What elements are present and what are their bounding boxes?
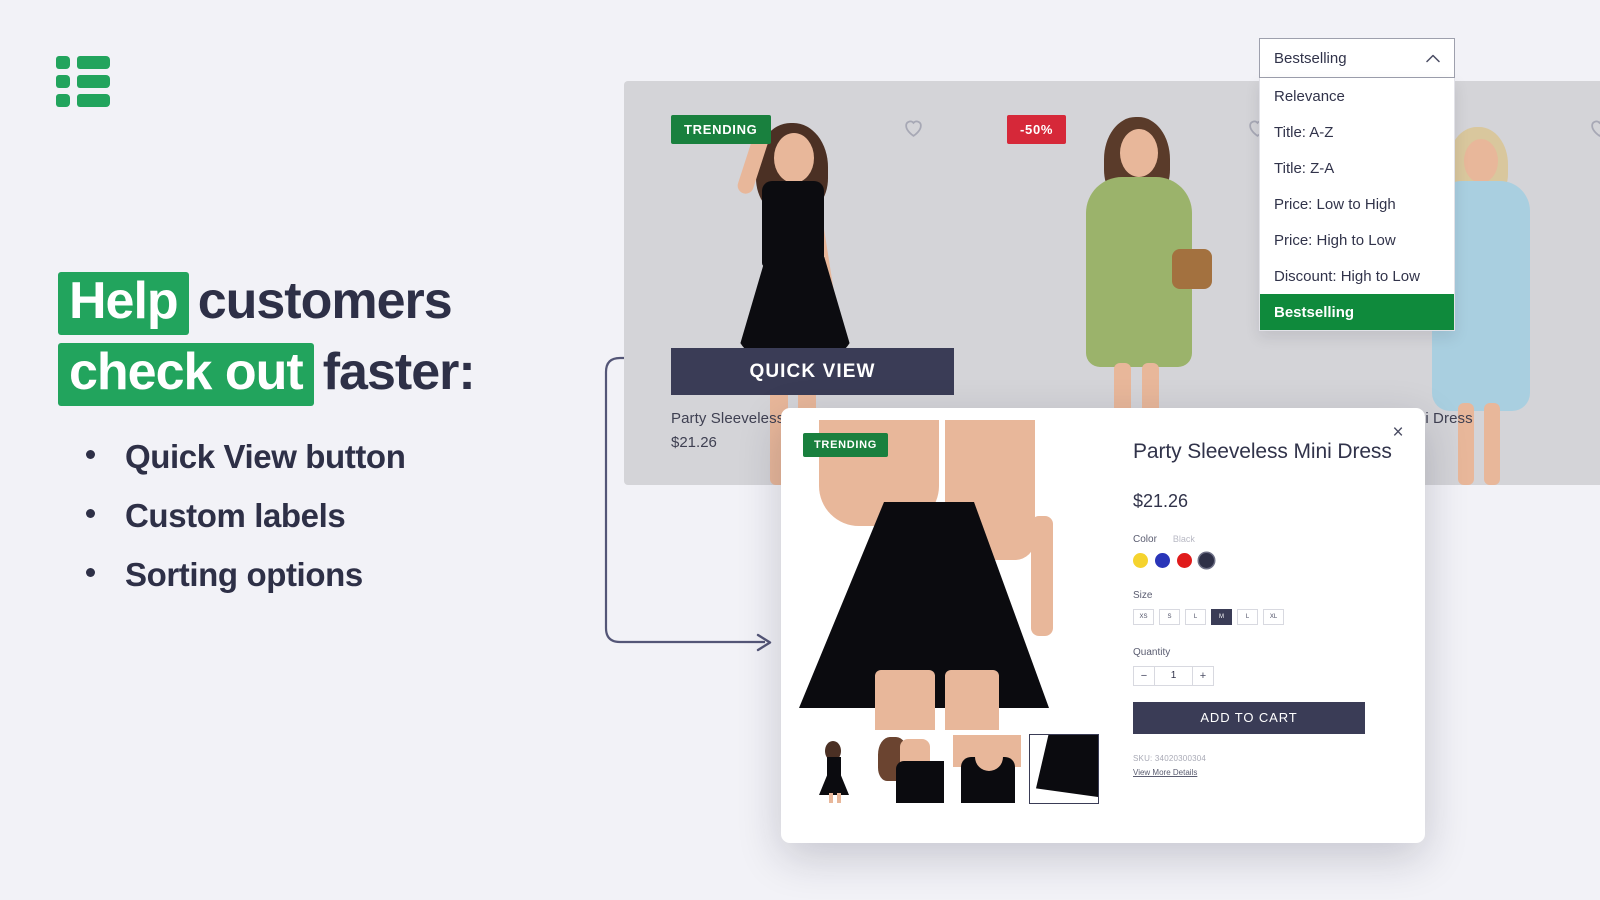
slide-canvas: Help customers check out faster: Quick Vie… — [0, 0, 1600, 900]
thumbnail-side-detail[interactable] — [875, 734, 945, 804]
thumbnail-full-body[interactable] — [798, 734, 868, 804]
color-value: Black — [1172, 533, 1195, 544]
sort-option-bestselling[interactable]: Bestselling — [1260, 294, 1454, 330]
color-swatch-black[interactable] — [1199, 552, 1214, 568]
modal-product-title: Party Sleeveless Mini Dress — [1133, 440, 1392, 463]
headline-highlight-2: check out — [58, 343, 314, 407]
size-selector[interactable]: XS S L M L XL — [1133, 608, 1398, 625]
size-option-l[interactable]: L — [1185, 608, 1206, 625]
list-item-label: Quick View button — [125, 438, 406, 475]
wishlist-heart-icon[interactable] — [1587, 115, 1600, 140]
quantity-label-row: Quantity — [1133, 647, 1398, 658]
product-badge: TRENDING — [671, 115, 771, 144]
sort-option-discount-high-low[interactable]: Discount: High to Low — [1260, 258, 1454, 294]
quantity-value[interactable]: 1 — [1155, 665, 1192, 686]
sort-option-title-za[interactable]: Title: Z-A — [1260, 150, 1454, 186]
modal-product-info: Party Sleeveless Mini Dress $21.26 Color… — [1133, 438, 1398, 777]
size-option-l2[interactable]: L — [1237, 608, 1258, 625]
headline-highlight-1: Help — [58, 272, 189, 336]
brand-logo-icon — [56, 56, 110, 108]
sort-selected-label: Bestselling — [1274, 49, 1347, 67]
list-item-label: Custom labels — [125, 497, 346, 534]
thumbnail-strip[interactable] — [798, 734, 1099, 804]
sort-dropdown-menu[interactable]: Relevance Title: A-Z Title: Z-A Price: L… — [1259, 78, 1455, 331]
size-option-xl[interactable]: XL — [1263, 608, 1284, 625]
headline-plain-1: customers — [197, 272, 453, 330]
bullet-dot-icon — [86, 568, 95, 577]
size-label-row: Size — [1133, 590, 1398, 601]
modal-product-price: $21.26 — [1133, 490, 1189, 511]
list-item: Quick View button — [86, 438, 406, 497]
product-sku: SKU: 34020300304 — [1133, 753, 1207, 763]
list-item: Custom labels — [86, 497, 405, 556]
list-item-label: Sorting options — [125, 556, 363, 593]
thumbnail-neckline-detail[interactable] — [952, 734, 1022, 804]
quantity-decrement-button[interactable]: − — [1133, 665, 1155, 686]
headline: Help customers check out faster: — [58, 272, 618, 414]
sort-option-price-low-high[interactable]: Price: Low to High — [1260, 186, 1454, 222]
product-badge: -50% — [1007, 115, 1067, 144]
wishlist-heart-icon[interactable] — [901, 115, 926, 140]
bullet-dot-icon — [86, 509, 95, 518]
size-option-s[interactable]: S — [1159, 608, 1180, 625]
color-swatch-yellow[interactable] — [1133, 552, 1148, 568]
feature-list: Quick View button Custom labels Sorting … — [86, 438, 406, 615]
quick-view-modal: × TRENDING Party Sleeveless Mini Dress $… — [781, 408, 1425, 843]
color-label: Color — [1133, 533, 1157, 545]
modal-hero-image — [795, 420, 1128, 730]
add-to-cart-button[interactable]: ADD TO CART — [1133, 701, 1365, 734]
size-option-xs[interactable]: XS — [1133, 608, 1154, 625]
quantity-stepper[interactable]: − 1 + — [1133, 665, 1398, 686]
headline-plain-2: faster: — [322, 343, 476, 402]
color-swatch-red[interactable] — [1177, 552, 1192, 568]
quantity-label: Quantity — [1133, 646, 1171, 658]
sort-dropdown[interactable]: Bestselling Relevance Title: A-Z Title: … — [1259, 38, 1455, 331]
quantity-increment-button[interactable]: + — [1192, 665, 1214, 686]
size-label: Size — [1133, 589, 1153, 601]
sort-option-relevance[interactable]: Relevance — [1260, 78, 1454, 114]
bullet-dot-icon — [86, 450, 95, 459]
thumbnail-skirt-detail[interactable] — [1029, 734, 1099, 804]
view-more-details-link[interactable]: View More Details — [1133, 768, 1398, 777]
color-label-row: Color Black — [1133, 534, 1398, 545]
sort-dropdown-toggle[interactable]: Bestselling — [1259, 38, 1455, 78]
color-swatches[interactable] — [1133, 552, 1398, 568]
product-price: $21.26 — [671, 434, 717, 451]
list-item: Sorting options — [86, 556, 405, 615]
modal-product-badge: TRENDING — [803, 433, 889, 457]
quick-view-button[interactable]: QUICK VIEW — [671, 348, 954, 395]
chevron-up-icon[interactable] — [1426, 54, 1440, 63]
size-option-m[interactable]: M — [1211, 608, 1232, 625]
sort-option-price-high-low[interactable]: Price: High to Low — [1260, 222, 1454, 258]
color-swatch-blue[interactable] — [1155, 552, 1170, 568]
sort-option-title-az[interactable]: Title: A-Z — [1260, 114, 1454, 150]
